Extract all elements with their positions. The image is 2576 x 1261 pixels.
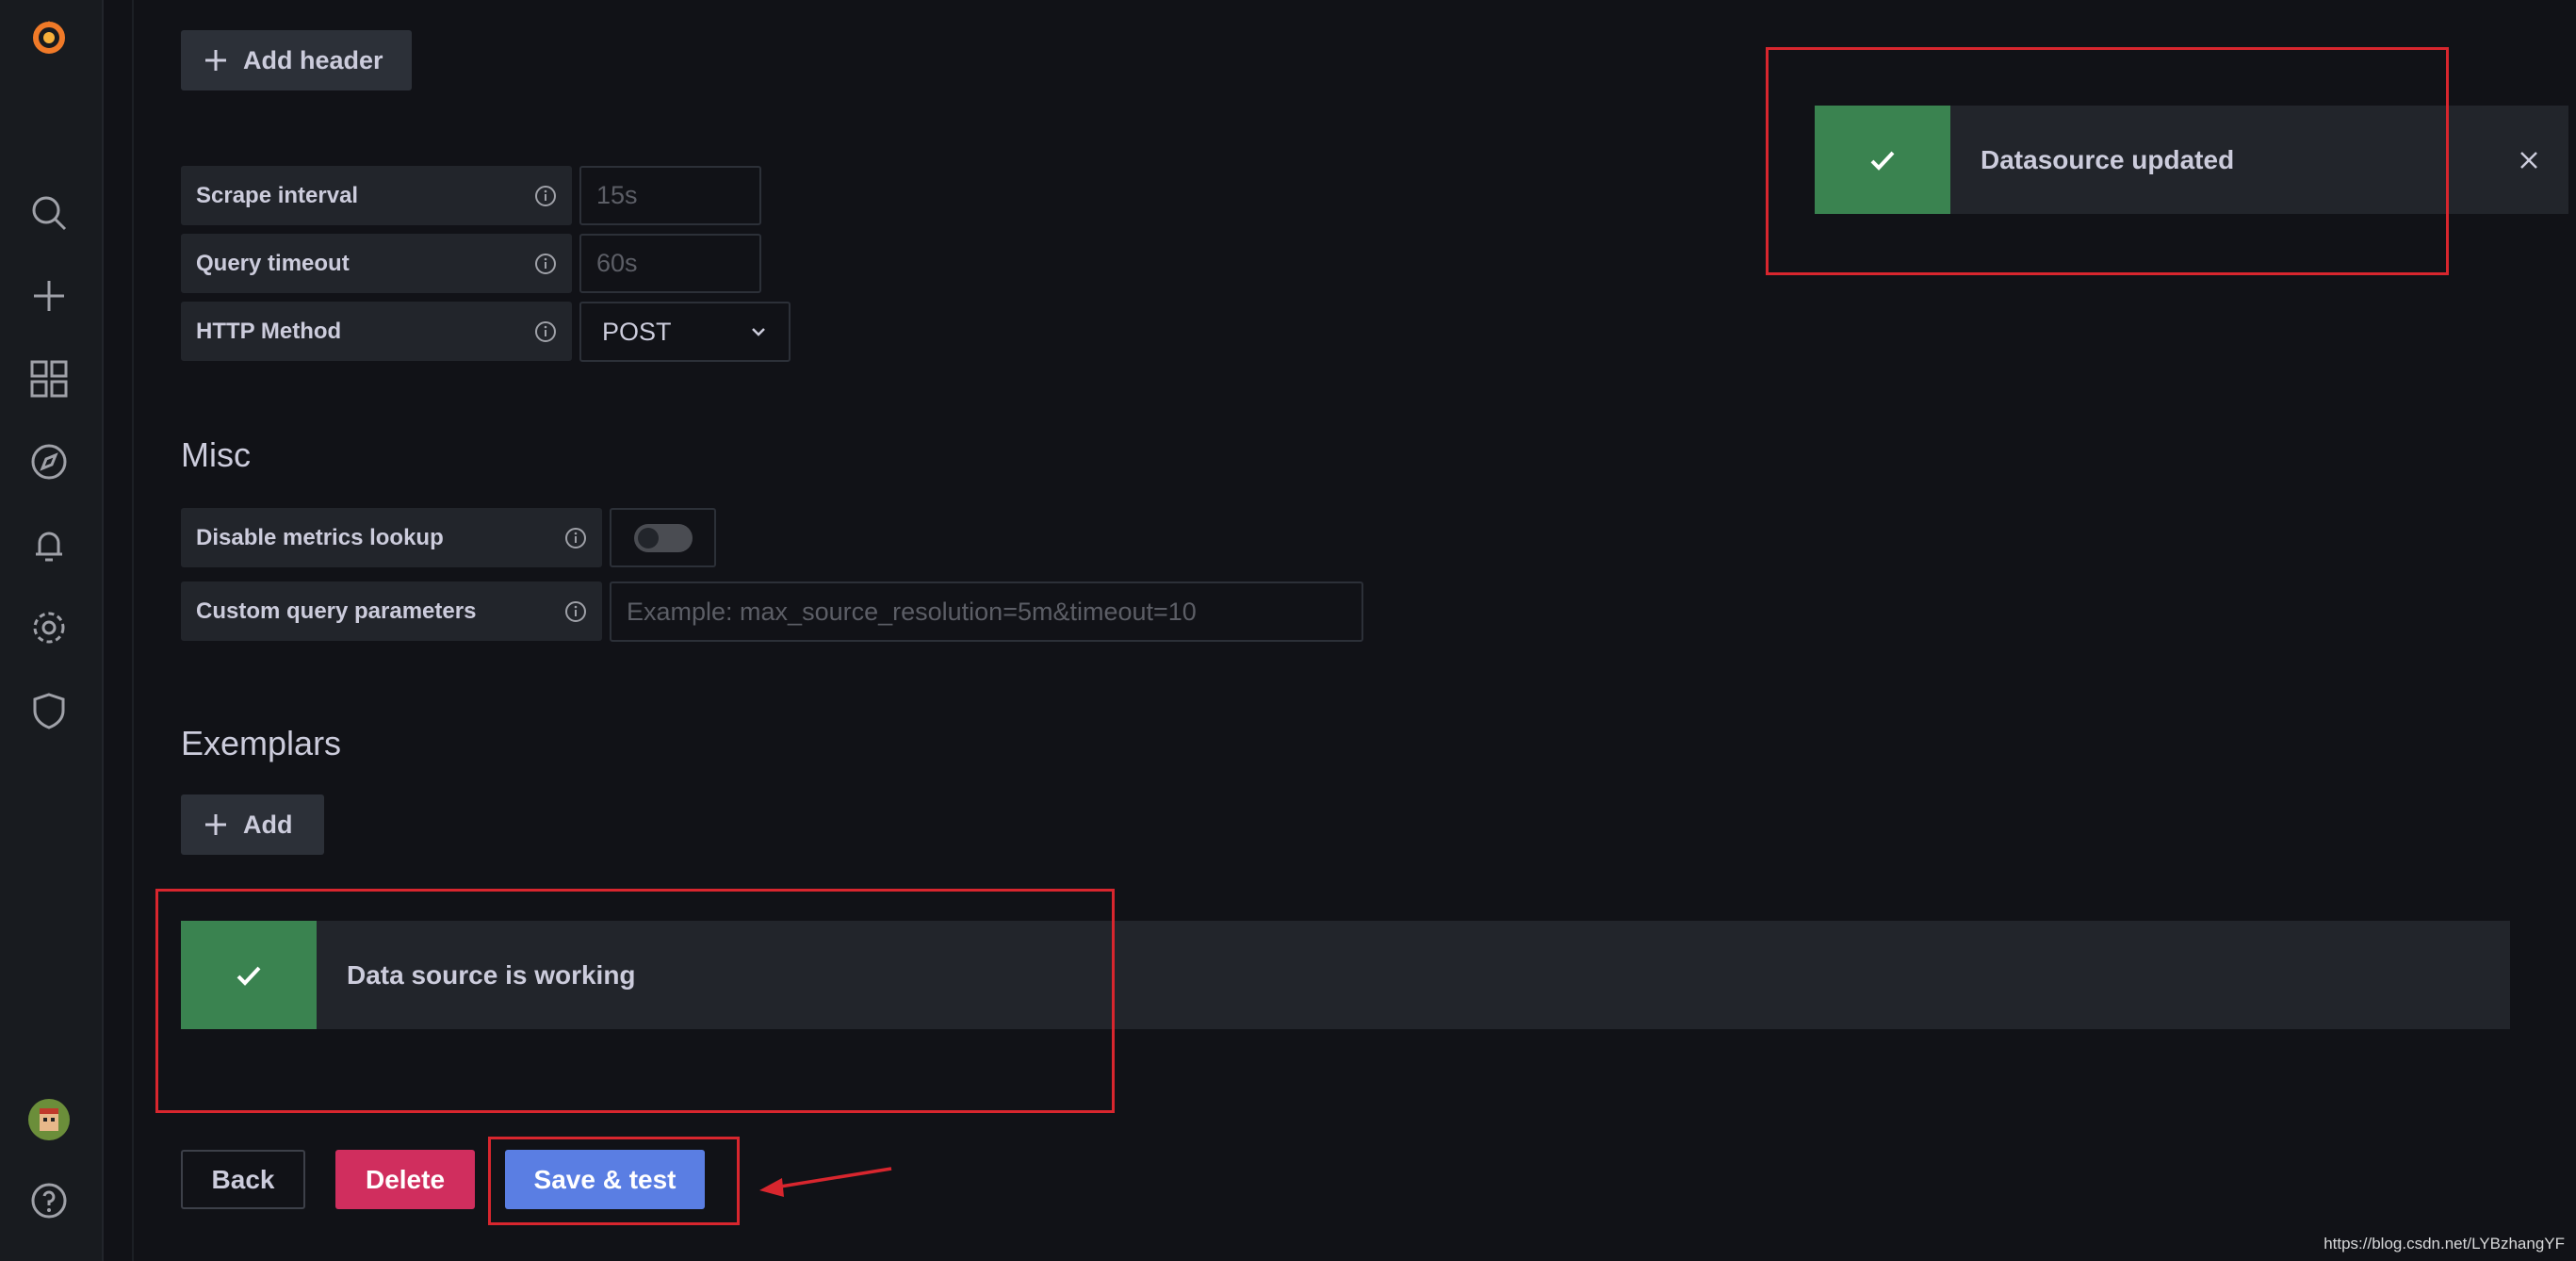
plus-icon — [205, 50, 226, 71]
close-icon[interactable] — [2518, 149, 2540, 172]
highlight-box-toast — [1766, 47, 2449, 275]
add-header-button[interactable]: Add header — [181, 30, 412, 90]
annotation-arrow-icon — [759, 1167, 892, 1197]
watermark: https://blog.csdn.net/LYBzhangYF — [2323, 1235, 2565, 1253]
add-exemplar-button[interactable]: Add — [181, 794, 324, 855]
info-icon[interactable] — [564, 527, 587, 549]
grafana-logo-icon[interactable] — [24, 13, 73, 62]
search-icon[interactable] — [24, 188, 73, 237]
scrape-interval-label: Scrape interval — [181, 166, 572, 225]
info-icon[interactable] — [564, 600, 587, 623]
user-avatar[interactable] — [24, 1095, 73, 1144]
disable-metrics-lookup-label: Disable metrics lookup — [181, 508, 602, 567]
http-method-label: HTTP Method — [181, 302, 572, 361]
dashboards-icon[interactable] — [24, 354, 73, 403]
shield-icon[interactable] — [24, 686, 73, 735]
plus-icon — [205, 814, 226, 835]
explore-icon[interactable] — [24, 437, 73, 486]
toggle-knob — [638, 528, 659, 549]
chevron-down-icon — [752, 328, 765, 336]
back-button[interactable]: Back — [181, 1150, 305, 1209]
settings-icon[interactable] — [24, 603, 73, 652]
custom-query-parameters-input[interactable]: Example: max_source_resolution=5m&timeou… — [610, 581, 1363, 642]
highlight-box-save-test — [488, 1137, 740, 1225]
sidebar — [0, 0, 104, 1261]
exemplars-section-title: Exemplars — [181, 724, 342, 762]
help-icon[interactable] — [24, 1176, 73, 1225]
delete-button[interactable]: Delete — [335, 1150, 475, 1209]
plus-icon[interactable] — [24, 271, 73, 320]
query-timeout-input[interactable]: 60s — [579, 234, 761, 293]
custom-query-parameters-label: Custom query parameters — [181, 581, 602, 641]
info-icon[interactable] — [534, 253, 557, 275]
disable-metrics-lookup-toggle[interactable] — [634, 524, 693, 552]
alerting-icon[interactable] — [24, 520, 73, 569]
info-icon[interactable] — [534, 185, 557, 207]
highlight-box-test-result — [155, 889, 1115, 1113]
content-divider — [132, 0, 134, 1261]
http-method-select[interactable]: POST — [579, 302, 791, 362]
add-header-label: Add header — [243, 45, 383, 74]
query-timeout-label: Query timeout — [181, 234, 572, 293]
misc-section-title: Misc — [181, 435, 251, 474]
disable-metrics-lookup-container — [610, 508, 716, 567]
scrape-interval-input[interactable]: 15s — [579, 166, 761, 225]
info-icon[interactable] — [534, 320, 557, 343]
